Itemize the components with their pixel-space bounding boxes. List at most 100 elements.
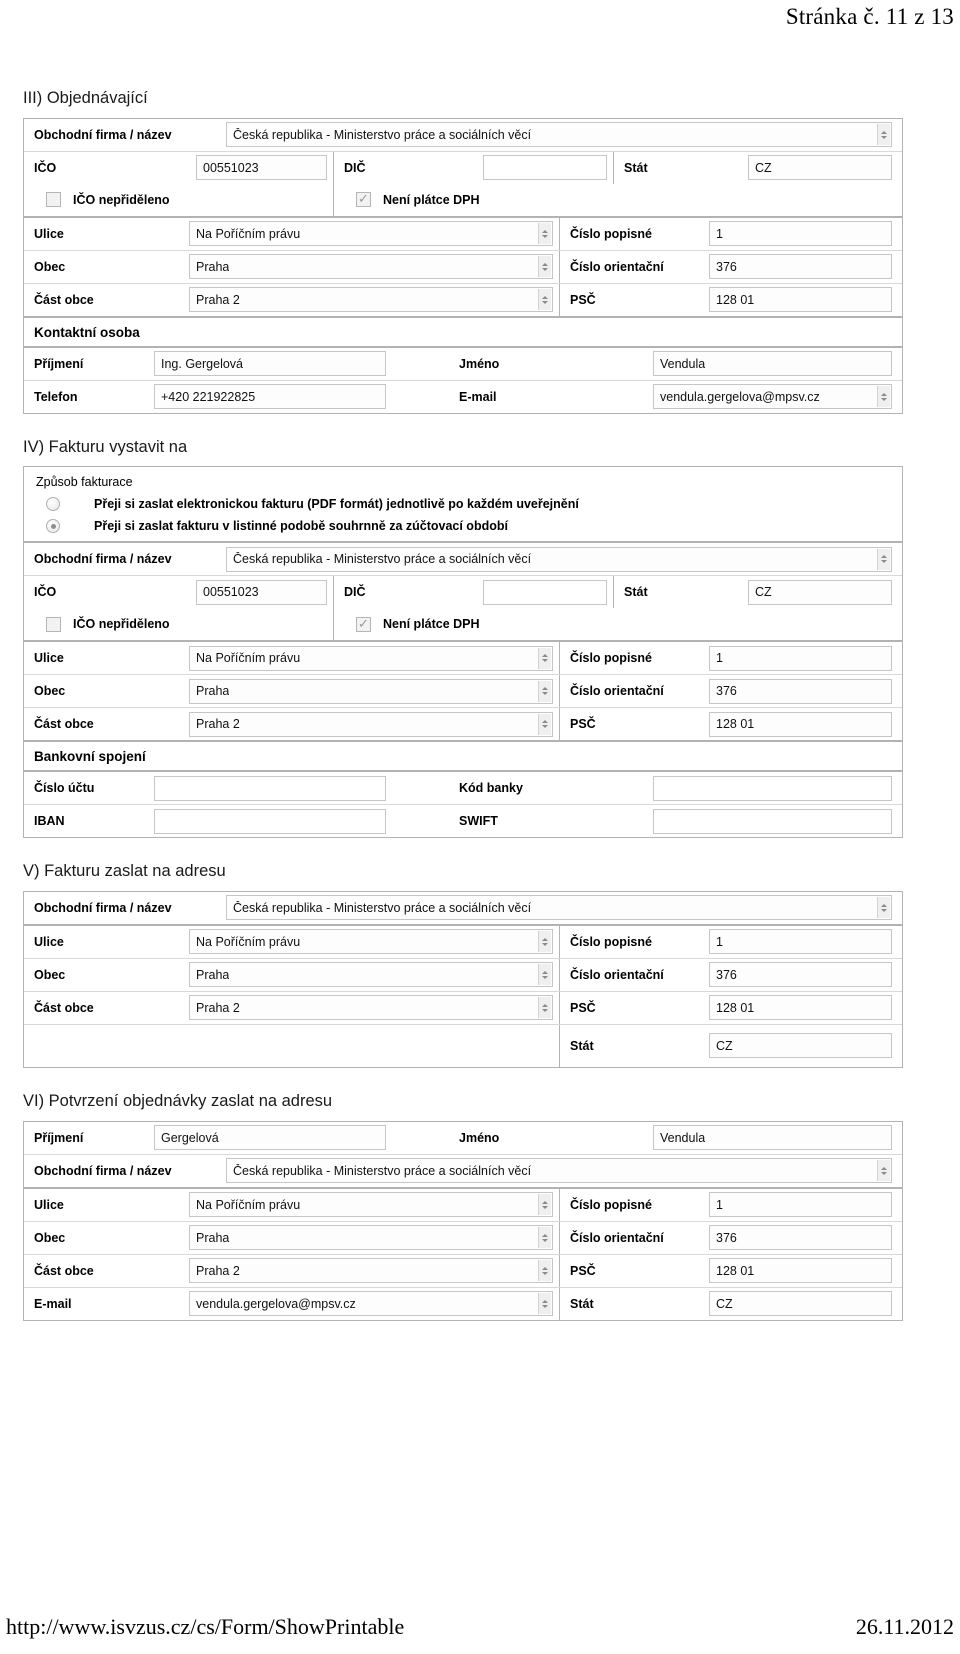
spinner-icon[interactable] (538, 931, 551, 953)
orderer-stat-input[interactable]: CZ (748, 155, 892, 181)
invoiceto-house-number-input[interactable]: 1 (709, 645, 892, 671)
spinner-icon[interactable] (538, 680, 551, 702)
spinner-icon[interactable] (877, 1160, 890, 1181)
orderer-municipality-part-value: Praha 2 (196, 292, 240, 307)
orderer-municipality-input[interactable]: Praha (189, 254, 553, 280)
invaddr-street-input[interactable]: Na Poříčním právu (189, 929, 553, 955)
orderer-house-number-input[interactable]: 1 (709, 221, 892, 247)
confaddr-municipality-part-input[interactable]: Praha 2 (189, 1258, 553, 1283)
spinner-icon[interactable] (538, 647, 551, 669)
confaddr-stat-input[interactable]: CZ (709, 1291, 892, 1316)
orderer-orientation-number-input[interactable]: 376 (709, 254, 892, 280)
spinner-icon[interactable] (877, 124, 890, 146)
orderer-email-input[interactable]: vendula.gergelova@mpsv.cz (653, 384, 892, 410)
invoiceto-company-label-cell: Obchodní firma / název (24, 543, 216, 575)
orderer-dic-input[interactable] (483, 155, 607, 181)
ico-not-assigned-checkbox[interactable] (46, 192, 61, 208)
invaddr-zip-input[interactable]: 128 01 (709, 995, 892, 1021)
invoiceto-company-input[interactable]: Česká republika - Ministerstvo práce a s… (226, 546, 892, 572)
orderer-municipality-part-input[interactable]: Praha 2 (189, 287, 553, 313)
radio-paper-invoice[interactable] (46, 519, 60, 534)
invaddr-zip-input-cell: 128 01 (699, 992, 902, 1024)
orderer-zip-input[interactable]: 128 01 (709, 287, 892, 313)
confaddr-orientation-number-input[interactable]: 376 (709, 1225, 892, 1250)
confaddr-firstname-label-cell: Jméno (449, 1122, 643, 1154)
confaddr-firstname-input[interactable]: Vendula (653, 1125, 892, 1150)
invaddr-company-input[interactable]: Česká republika - Ministerstvo práce a s… (226, 895, 892, 921)
orderer-surname-label-cell: Příjmení (24, 348, 144, 380)
invoiceto-ico-input[interactable]: 00551023 (196, 579, 327, 605)
confaddr-company-input[interactable]: Česká republika - Ministerstvo práce a s… (226, 1158, 892, 1183)
confaddr-zip-input[interactable]: 128 01 (709, 1258, 892, 1283)
spinner-icon[interactable] (538, 1227, 551, 1248)
invoiceto-ico-checkbox-cell[interactable]: IČO nepřiděleno (24, 608, 333, 640)
invoiceto-municipality-label-cell: Obec (24, 675, 179, 707)
orderer-surname-input[interactable]: Ing. Gergelová (154, 351, 386, 377)
invaddr-company-label-cell: Obchodní firma / název (24, 892, 216, 924)
confaddr-email-row: E-mail vendula.gergelova@mpsv.cz Stát CZ (24, 1287, 902, 1320)
radio-electronic-invoice[interactable] (46, 497, 60, 512)
bank-iban-input[interactable] (154, 808, 386, 834)
invoiceto-street-input[interactable]: Na Poříčním právu (189, 645, 553, 671)
bank-swift-input[interactable] (653, 808, 892, 834)
invoiceto-municipality-part-input[interactable]: Praha 2 (189, 711, 553, 737)
invoiceto-stat-input[interactable]: CZ (748, 579, 892, 605)
invaddr-orientation-number-input[interactable]: 376 (709, 962, 892, 988)
orderer-ico-checkbox-cell[interactable]: IČO nepřiděleno (24, 184, 333, 216)
spinner-icon[interactable] (877, 897, 890, 919)
billing-option-electronic-label: Přeji si zaslat elektronickou fakturu (P… (94, 497, 579, 512)
orderer-vat-checkbox-cell[interactable]: ✓ Není plátce DPH (333, 183, 902, 216)
confaddr-house-number-input[interactable]: 1 (709, 1192, 892, 1217)
confaddr-municipality-input[interactable]: Praha (189, 1225, 553, 1250)
spinner-icon[interactable] (538, 223, 551, 245)
spinner-icon[interactable] (538, 964, 551, 986)
spinner-icon[interactable] (538, 289, 551, 311)
zip-label: PSČ (570, 1000, 596, 1015)
not-vat-payer-checkbox[interactable]: ✓ (356, 192, 371, 208)
confaddr-street-input[interactable]: Na Poříčním právu (189, 1192, 553, 1217)
section-title-vi: VI) Potvrzení objednávky zaslat na adres… (23, 1091, 333, 1110)
orderer-ico-input[interactable]: 00551023 (196, 155, 327, 181)
confaddr-surname-input[interactable]: Gergelová (154, 1125, 386, 1150)
invoiceto-company-value: Česká republika - Ministerstvo práce a s… (233, 552, 532, 567)
orderer-phone-input[interactable]: +420 221922825 (154, 384, 386, 410)
street-label: Ulice (34, 1197, 64, 1212)
spinner-icon[interactable] (877, 548, 890, 570)
invaddr-stat-input[interactable]: CZ (709, 1033, 892, 1059)
spinner-icon[interactable] (877, 386, 890, 408)
orderer-zip-value: 128 01 (716, 292, 755, 307)
invoiceto-dic-input[interactable] (483, 579, 607, 605)
bank-account-number-input[interactable] (154, 775, 386, 801)
invaddr-municipality-part-input[interactable]: Praha 2 (189, 995, 553, 1021)
invaddr-municipality-input[interactable]: Praha (189, 962, 553, 988)
confaddr-email-input[interactable]: vendula.gergelova@mpsv.cz (189, 1291, 553, 1316)
billing-option-electronic[interactable]: Přeji si zaslat elektronickou fakturu (P… (24, 493, 902, 515)
spinner-icon[interactable] (538, 256, 551, 278)
orderer-street-input[interactable]: Na Poříčním právu (189, 221, 553, 247)
invaddr-zip-value: 128 01 (716, 1000, 755, 1015)
confaddr-housenum-input-cell: 1 (699, 1189, 902, 1221)
invaddr-municipality-value: Praha (196, 967, 230, 982)
invoiceto-orientation-number-input[interactable]: 376 (709, 678, 892, 704)
spinner-icon[interactable] (538, 1293, 551, 1314)
invoiceto-zip-input[interactable]: 128 01 (709, 711, 892, 737)
invoiceto-street-input-cell: Na Poříčním právu (179, 642, 559, 674)
invaddr-house-number-input[interactable]: 1 (709, 929, 892, 955)
billing-option-paper[interactable]: Přeji si zaslat fakturu v listinné podob… (24, 515, 902, 541)
spinner-icon[interactable] (538, 1260, 551, 1281)
not-vat-payer-checkbox[interactable]: ✓ (356, 616, 371, 632)
invoiceto-municipality-input[interactable]: Praha (189, 678, 553, 704)
spinner-icon[interactable] (538, 997, 551, 1019)
bank-swift-label-cell: SWIFT (449, 805, 643, 837)
spinner-icon[interactable] (538, 1194, 551, 1215)
orderer-firstname-input[interactable]: Vendula (653, 351, 892, 377)
invoiceto-part-label-cell: Část obce (24, 708, 179, 740)
orderer-orientnum-label-cell: Číslo orientační (559, 250, 699, 283)
ico-not-assigned-checkbox[interactable] (46, 616, 61, 632)
bank-code-input[interactable] (653, 775, 892, 801)
spinner-icon[interactable] (538, 713, 551, 735)
confaddr-stat-input-cell: CZ (699, 1288, 902, 1320)
invaddr-stat-value: CZ (716, 1038, 733, 1053)
invoiceto-vat-checkbox-cell[interactable]: ✓ Není plátce DPH (333, 608, 902, 641)
orderer-company-input[interactable]: Česká republika - Ministerstvo práce a s… (226, 122, 892, 148)
